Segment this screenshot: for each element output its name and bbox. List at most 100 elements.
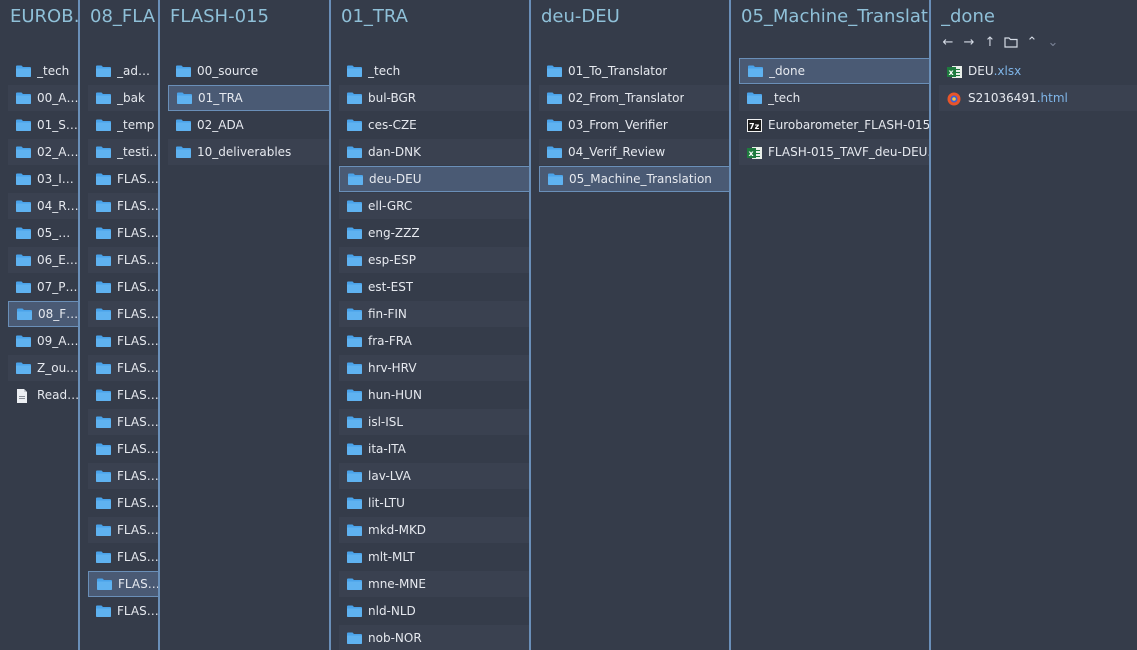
folder-item[interactable]: _tech (8, 58, 80, 84)
folder-item[interactable]: _tech (339, 58, 531, 84)
folder-icon (16, 92, 31, 104)
item-extension: .html (1036, 91, 1068, 105)
folder-item[interactable]: FLAS… (88, 598, 159, 624)
folder-item[interactable]: FLAS… (88, 490, 159, 516)
folder-item[interactable]: 03_I… (8, 166, 80, 192)
folder-item[interactable]: FLAS… (88, 355, 159, 381)
folder-item[interactable]: 03_From_Verifier (539, 112, 731, 138)
folder-icon (176, 119, 191, 131)
folder-item[interactable]: mlt-MLT (339, 544, 531, 570)
folder-item[interactable]: lit-LTU (339, 490, 531, 516)
folder-item[interactable]: _temp (88, 112, 159, 138)
folder-item[interactable]: eng-ZZZ (339, 220, 531, 246)
folder-item[interactable]: dan-DNK (339, 139, 531, 165)
folder-icon (16, 227, 31, 239)
folder-item[interactable]: _bak (88, 85, 159, 111)
folder-item[interactable]: 07_P… (8, 274, 80, 300)
folder-item[interactable]: deu-DEU (339, 166, 531, 192)
folder-icon[interactable] (1002, 34, 1020, 50)
folder-item[interactable]: FLAS… (88, 463, 159, 489)
column-title: _done (941, 6, 995, 27)
file-list: 00_source 01_TRA 02_ADA 10_deliverables (168, 58, 331, 166)
folder-item[interactable]: _tech (739, 85, 931, 111)
file-item[interactable]: S21036491.html (939, 85, 1137, 111)
folder-item[interactable]: nob-NOR (339, 625, 531, 650)
folder-item[interactable]: 05_Machine_Translation (539, 166, 731, 192)
folder-item[interactable]: _testi… (88, 139, 159, 165)
folder-item[interactable]: ell-GRC (339, 193, 531, 219)
folder-item[interactable]: 02_From_Translator (539, 85, 731, 111)
folder-item[interactable]: mne-MNE (339, 571, 531, 597)
folder-item[interactable]: est-EST (339, 274, 531, 300)
collapse-icon[interactable]: ⌃ (1023, 34, 1041, 50)
folder-item[interactable]: 01_To_Translator (539, 58, 731, 84)
folder-item[interactable]: 02_A… (8, 139, 80, 165)
folder-item[interactable]: nld-NLD (339, 598, 531, 624)
folder-item[interactable]: FLAS… (88, 436, 159, 462)
file-item[interactable]: 7z Eurobarometer_FLASH-015… (739, 112, 931, 138)
folder-item[interactable]: FLAS… (88, 328, 159, 354)
folder-item[interactable]: 00_source (168, 58, 331, 84)
folder-icon (16, 146, 31, 158)
item-label: deu-DEU (369, 172, 422, 186)
folder-item[interactable]: 08_F… (8, 301, 80, 327)
file-item[interactable]: Read… (8, 382, 80, 408)
folder-item[interactable]: FLAS… (88, 409, 159, 435)
folder-item[interactable]: ces-CZE (339, 112, 531, 138)
folder-item[interactable]: lav-LVA (339, 463, 531, 489)
back-icon[interactable]: ← (939, 34, 957, 50)
folder-icon (177, 92, 192, 104)
folder-item[interactable]: ita-ITA (339, 436, 531, 462)
folder-item[interactable]: hrv-HRV (339, 355, 531, 381)
folder-item[interactable]: FLAS… (88, 544, 159, 570)
folder-item[interactable]: FLAS… (88, 220, 159, 246)
folder-item[interactable]: FLAS… (88, 166, 159, 192)
item-label: eng-ZZZ (368, 226, 420, 240)
folder-item[interactable]: 04_Verif_Review (539, 139, 731, 165)
folder-item[interactable]: FLAS… (88, 301, 159, 327)
file-list: _ad… _bak _temp _testi… FLAS… FLAS… FLAS… FLAS…… (88, 58, 159, 625)
folder-item[interactable]: Z_ou… (8, 355, 80, 381)
folder-item[interactable]: hun-HUN (339, 382, 531, 408)
folder-icon (16, 65, 31, 77)
folder-item[interactable]: mkd-MKD (339, 517, 531, 543)
item-label: FLAS… (117, 496, 159, 510)
file-item[interactable]: x DEU.xlsx (939, 58, 1137, 84)
file-item[interactable]: x FLASH-015_TAVF_deu-DEU.… (739, 139, 931, 165)
expand-icon[interactable]: ⌄ (1044, 34, 1062, 50)
up-icon[interactable]: ↑ (981, 34, 999, 50)
folder-item[interactable]: FLAS… (88, 193, 159, 219)
item-label: isl-ISL (368, 415, 404, 429)
folder-item[interactable]: 04_R… (8, 193, 80, 219)
forward-icon[interactable]: → (960, 34, 978, 50)
folder-item[interactable]: FLAS… (88, 247, 159, 273)
folder-item[interactable]: fin-FIN (339, 301, 531, 327)
folder-item[interactable]: _ad… (88, 58, 159, 84)
item-label: FLAS… (117, 469, 159, 483)
folder-item[interactable]: FLAS… (88, 571, 159, 597)
folder-item[interactable]: esp-ESP (339, 247, 531, 273)
folder-item[interactable]: isl-ISL (339, 409, 531, 435)
folder-item[interactable]: 02_ADA (168, 112, 331, 138)
folder-item[interactable]: 05_… (8, 220, 80, 246)
folder-item[interactable]: 01_S… (8, 112, 80, 138)
item-label: 03_I… (37, 172, 74, 186)
folder-item[interactable]: bul-BGR (339, 85, 531, 111)
column-eurob: EUROB… _tech 00_A… 01_S… 02_A… 03_I… 04_R… 05_… (0, 0, 80, 650)
column-flash-015: FLASH-015 00_source 01_TRA 02_ADA 10_delive… (158, 0, 331, 650)
file-list: _tech bul-BGR ces-CZE dan-DNK deu-DEU ell-GRC… (339, 58, 531, 650)
folder-item[interactable]: 10_deliverables (168, 139, 331, 165)
folder-item[interactable]: FLAS… (88, 382, 159, 408)
folder-item[interactable]: 00_A… (8, 85, 80, 111)
folder-item[interactable]: 06_E… (8, 247, 80, 273)
folder-item[interactable]: fra-FRA (339, 328, 531, 354)
folder-icon (96, 416, 111, 428)
folder-item[interactable]: 01_TRA (168, 85, 331, 111)
folder-icon (96, 254, 111, 266)
folder-icon (96, 362, 111, 374)
item-label: FLAS… (117, 388, 159, 402)
folder-item[interactable]: _done (739, 58, 931, 84)
folder-item[interactable]: FLAS… (88, 274, 159, 300)
folder-item[interactable]: FLAS… (88, 517, 159, 543)
folder-item[interactable]: 09_A… (8, 328, 80, 354)
